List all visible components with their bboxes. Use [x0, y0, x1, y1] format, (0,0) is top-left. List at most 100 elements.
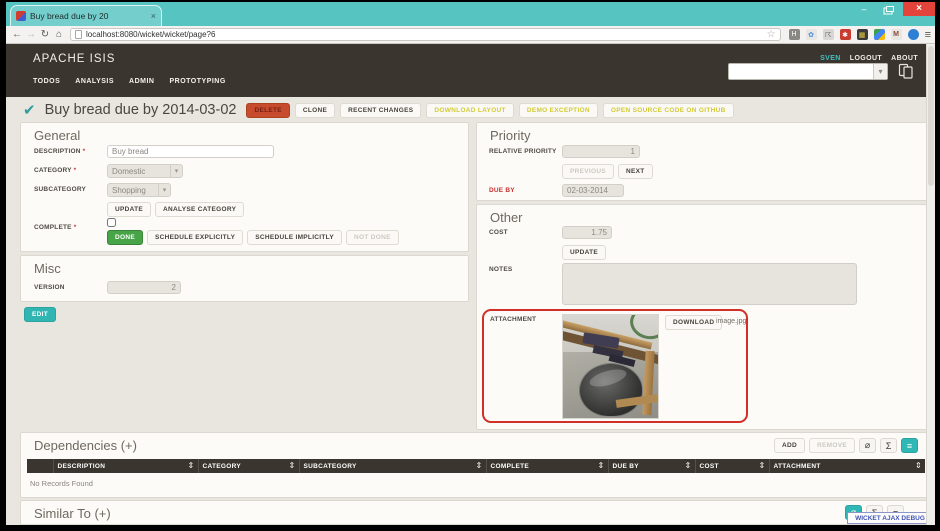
page-title: Buy bread due by 2014-03-02	[45, 102, 237, 118]
app-brand[interactable]: APACHE ISIS	[33, 53, 115, 65]
notes-label: NOTES	[489, 266, 512, 273]
general-panel: General DESCRIPTION * CATEGORY * Domesti…	[20, 122, 469, 252]
complete-checkbox[interactable]	[107, 218, 116, 227]
sort-icon[interactable]: ⇕	[597, 461, 604, 470]
scrollbar-thumb[interactable]	[928, 46, 934, 186]
maximize-icon	[886, 6, 894, 12]
search-select-value	[729, 64, 873, 79]
page-viewport: APACHE ISIS SVEN LOGOUT ABOUT TODOS ANAL…	[6, 44, 926, 525]
extension-icon[interactable]: ☈	[823, 29, 834, 40]
sort-icon[interactable]: ⇕	[758, 461, 765, 470]
done-button[interactable]: DONE	[107, 230, 143, 245]
analyse-category-button[interactable]: ANALYSE CATEGORY	[155, 202, 244, 217]
column-subcategory[interactable]: SUBCATEGORY⇕	[299, 459, 486, 473]
download-layout-button[interactable]: DOWNLOAD LAYOUT	[426, 103, 513, 118]
caret-down-icon: ▾	[158, 184, 170, 196]
hide-columns-icon[interactable]: ⌀	[859, 438, 876, 453]
cost-label: COST	[489, 229, 508, 236]
browser-window: Buy bread due by 20 × – × ← → ↻ ⌂ localh…	[6, 2, 935, 525]
wicket-ajax-debug-link[interactable]: WICKET AJAX DEBUG	[847, 512, 926, 524]
tab-close-icon[interactable]: ×	[151, 11, 156, 21]
sort-icon[interactable]: ⇕	[915, 461, 922, 470]
extension-icon[interactable]: ✱	[840, 29, 851, 40]
browser-tab[interactable]: Buy bread due by 20 ×	[10, 5, 162, 26]
browser-toolbar: ← → ↻ ⌂ localhost:8080/wicket/wicket/pag…	[6, 26, 935, 44]
open-source-button[interactable]: OPEN SOURCE CODE ON GITHUB	[603, 103, 734, 118]
column-category[interactable]: CATEGORY⇕	[198, 459, 299, 473]
sort-icon[interactable]: ⇕	[187, 461, 194, 470]
menu-item-admin[interactable]: ADMIN	[129, 78, 154, 85]
dependencies-toolbar: ADD REMOVE ⌀ Σ ≡	[774, 438, 918, 453]
object-title-row: ✔ Buy bread due by 2014-03-02 DELETE CLO…	[23, 101, 739, 119]
page-scrollbar[interactable]	[926, 44, 935, 525]
edit-button[interactable]: EDIT	[24, 307, 56, 322]
home-icon[interactable]: ⌂	[52, 29, 66, 40]
clone-button[interactable]: CLONE	[295, 103, 335, 118]
back-icon[interactable]: ←	[10, 29, 24, 40]
category-select[interactable]: Domestic ▾	[107, 164, 183, 178]
extension-icon[interactable]: M	[891, 29, 902, 40]
menu-item-analysis[interactable]: ANALYSIS	[75, 78, 114, 85]
description-field[interactable]	[107, 145, 274, 158]
url-text[interactable]: localhost:8080/wicket/wicket/page?6	[86, 30, 763, 39]
subcategory-select[interactable]: Shopping ▾	[107, 183, 171, 197]
extension-icon[interactable]: ✿	[806, 29, 817, 40]
bookmark-star-icon[interactable]: ☆	[767, 29, 776, 40]
column-complete[interactable]: COMPLETE⇕	[486, 459, 608, 473]
complete-label: COMPLETE *	[34, 224, 76, 231]
copy-link-icon[interactable]	[898, 63, 914, 79]
window-minimize-button[interactable]: –	[851, 2, 877, 16]
user-name-link[interactable]: SVEN	[820, 55, 841, 62]
summary-sigma-icon[interactable]: Σ	[880, 438, 897, 453]
about-link[interactable]: ABOUT	[891, 55, 918, 62]
update-button[interactable]: UPDATE	[107, 202, 151, 217]
other-panel-title: Other	[490, 210, 523, 225]
forward-icon[interactable]: →	[24, 29, 38, 40]
app-header: APACHE ISIS SVEN LOGOUT ABOUT TODOS ANAL…	[6, 44, 926, 97]
column-cost[interactable]: COST⇕	[695, 459, 769, 473]
menu-item-prototyping[interactable]: PROTOTYPING	[169, 78, 225, 85]
extension-icon[interactable]	[874, 29, 885, 40]
list-view-icon[interactable]: ≡	[901, 438, 918, 453]
delete-button[interactable]: DELETE	[246, 103, 289, 118]
reload-icon[interactable]: ↻	[38, 29, 52, 40]
relative-priority-label: RELATIVE PRIORITY	[489, 148, 557, 155]
similar-to-title: Similar To (+)	[34, 506, 111, 521]
due-by-field: 02-03-2014	[562, 184, 624, 197]
column-attachment[interactable]: ATTACHMENT⇕	[769, 459, 925, 473]
demo-exception-button[interactable]: DEMO EXCEPTION	[519, 103, 598, 118]
browser-menu-icon[interactable]: ≡	[925, 29, 931, 41]
extension-icon[interactable]: ▦	[857, 29, 868, 40]
download-button[interactable]: DOWNLOAD	[665, 315, 722, 330]
window-maximize-button[interactable]	[877, 2, 903, 16]
extension-icons: H ✿ ☈ ✱ ▦ M	[785, 29, 923, 40]
sort-icon[interactable]: ⇕	[288, 461, 295, 470]
app-menu: TODOS ANALYSIS ADMIN PROTOTYPING	[33, 78, 226, 85]
search-select[interactable]: ▾	[728, 63, 888, 80]
column-select	[27, 459, 53, 473]
category-label: CATEGORY *	[34, 167, 76, 174]
column-description[interactable]: DESCRIPTION⇕	[53, 459, 198, 473]
recent-changes-button[interactable]: RECENT CHANGES	[340, 103, 421, 118]
menu-item-todos[interactable]: TODOS	[33, 78, 60, 85]
add-button[interactable]: ADD	[774, 438, 805, 453]
window-close-button[interactable]: ×	[903, 2, 935, 16]
priority-panel-title: Priority	[490, 128, 530, 143]
general-panel-title: General	[34, 128, 80, 143]
extension-icon[interactable]	[908, 29, 919, 40]
caret-down-icon[interactable]: ▾	[873, 64, 887, 79]
schedule-explicitly-button[interactable]: SCHEDULE EXPLICITLY	[147, 230, 243, 245]
sort-icon[interactable]: ⇕	[475, 461, 482, 470]
table-header-row: DESCRIPTION⇕ CATEGORY⇕ SUBCATEGORY⇕ COMP…	[27, 459, 925, 473]
logout-link[interactable]: LOGOUT	[850, 55, 882, 62]
address-bar[interactable]: localhost:8080/wicket/wicket/page?6 ☆	[70, 28, 781, 41]
extension-icon[interactable]: H	[789, 29, 800, 40]
schedule-implicitly-button[interactable]: SCHEDULE IMPLICITLY	[247, 230, 342, 245]
misc-panel-title: Misc	[34, 261, 61, 276]
sort-icon[interactable]: ⇕	[684, 461, 691, 470]
attachment-label: ATTACHMENT	[490, 316, 536, 323]
update-cost-button[interactable]: UPDATE	[562, 245, 606, 260]
column-due-by[interactable]: DUE BY⇕	[608, 459, 695, 473]
previous-button: PREVIOUS	[562, 164, 614, 179]
next-button[interactable]: NEXT	[618, 164, 653, 179]
